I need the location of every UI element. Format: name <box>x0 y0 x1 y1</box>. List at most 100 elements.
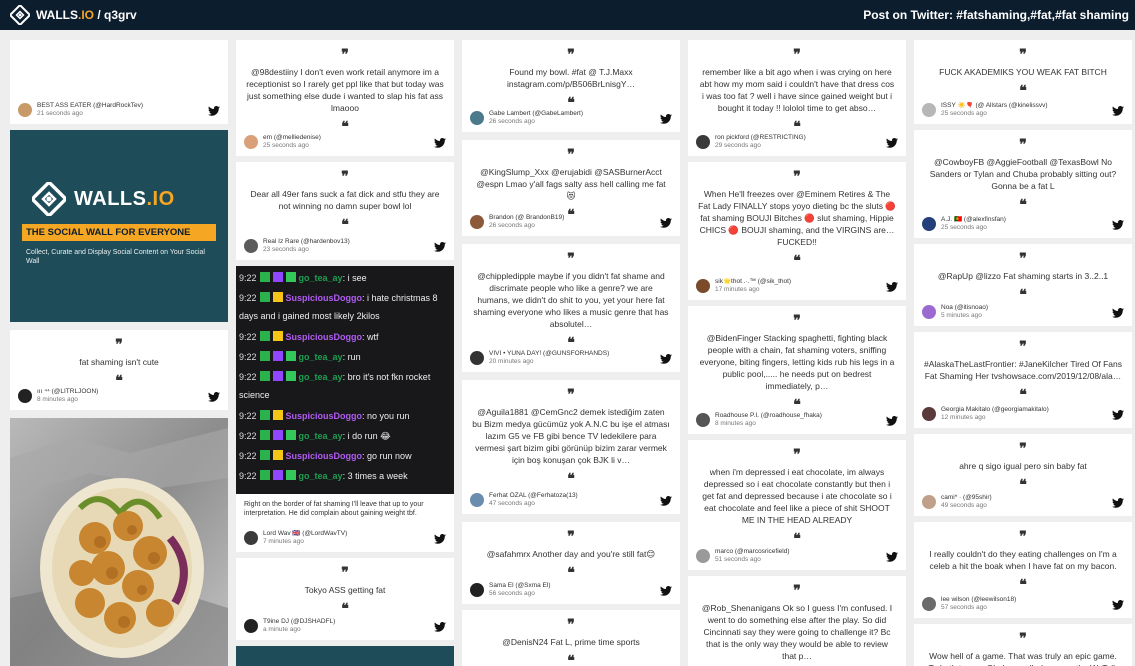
post-author[interactable]: ron pickford (@RESTRICTING) 29 seconds ag… <box>696 134 880 150</box>
quote-open-icon: ❞ <box>793 447 801 463</box>
post-card[interactable]: BEST ASS EATER (@HardRockTev) 21 seconds … <box>10 40 228 124</box>
quote-open-icon: ❞ <box>793 47 801 63</box>
post-author[interactable]: A.J. 🇵🇹 (@alexfinsfan) 25 seconds ago <box>922 216 1106 232</box>
post-text: Wow hell of a game. That was truly an ep… <box>929 651 1118 666</box>
post-author[interactable]: Brandon (@ BrandonB19) 26 seconds ago <box>470 214 654 230</box>
quote-close-icon: ❝ <box>1019 83 1027 99</box>
chat-timestamp: 9:22 <box>239 471 257 481</box>
post-author[interactable]: VIVI • YUNA DAY! (@GUNSFORHANDS) 20 minut… <box>470 350 654 366</box>
post-card-footer[interactable]: Right on the border of fat shaming I'll … <box>236 494 454 552</box>
post-card[interactable]: ❞ #AlaskaTheLastFrontier: #JaneKilcher T… <box>914 332 1132 428</box>
post-card[interactable]: ❞ @KingSlump_Xxx @erujabidi @SASBurnerAc… <box>462 140 680 236</box>
twitter-bird-icon[interactable] <box>1112 498 1124 508</box>
chat-username: go_tea_ay <box>298 471 343 481</box>
post-text: @Aguila1881 @CemGnc2 demek istediğim zat… <box>472 407 670 465</box>
twitter-bird-icon[interactable] <box>1112 308 1124 318</box>
twitter-bird-icon[interactable] <box>886 416 898 426</box>
quote-open-icon: ❞ <box>1019 251 1027 267</box>
twitter-bird-icon[interactable] <box>434 242 446 252</box>
twitter-bird-icon[interactable] <box>660 496 672 506</box>
walls-io-ad[interactable]: WALLS.IO THE SOCIAL WALL FOR EVERYONE Co… <box>10 130 228 322</box>
post-author[interactable]: lee wilson (@leewilson18) 57 seconds ago <box>922 596 1106 612</box>
author-name: Lord Wav 🇬🇧 (@LordWavTV) <box>263 530 348 537</box>
post-time: 56 seconds ago <box>489 590 535 597</box>
post-author[interactable]: T9ine DJ (@DJSHADFL) a minute ago <box>244 618 428 634</box>
post-card[interactable]: ❞ Dear all 49er fans suck a fat dick and… <box>236 162 454 260</box>
post-author[interactable]: Georgia Makitalo (@georgiamakitalo) 12 mi… <box>922 406 1106 422</box>
post-author[interactable]: Real Iz Rare (@hardenbov13) 23 seconds ag… <box>244 238 428 254</box>
post-author[interactable]: Gabe Lambert (@GabeLambert) 26 seconds ag… <box>470 110 654 126</box>
post-card[interactable]: ❞ @Aguila1881 @CemGnc2 demek istediğim z… <box>462 380 680 514</box>
twitter-bird-icon[interactable] <box>208 392 220 402</box>
twitter-bird-icon[interactable] <box>434 534 446 544</box>
post-card[interactable]: ❞ @RapUp @lizzo Fat shaming starts in 3.… <box>914 244 1132 326</box>
twitter-bird-icon[interactable] <box>1112 410 1124 420</box>
avatar <box>922 495 936 509</box>
post-author[interactable]: ISSY ☀️🎈 (@ Allstars (@kinelissvv) 25 sec… <box>922 102 1106 118</box>
chat-badge-icon <box>272 292 283 302</box>
post-card[interactable]: ❞ @CowboyFB @AggieFootball @TexasBowl No… <box>914 130 1132 238</box>
twitter-bird-icon[interactable] <box>660 114 672 124</box>
post-author[interactable]: Roadhouse P.I. (@roadhouse_fhaka) 8 minut… <box>696 412 880 428</box>
twitter-bird-icon[interactable] <box>1112 220 1124 230</box>
twitter-bird-icon[interactable] <box>886 282 898 292</box>
post-author[interactable]: marco (@marcosricefield) 51 seconds ago <box>696 548 880 564</box>
quote-close-icon: ❝ <box>793 119 801 135</box>
chat-line: 9:22 SuspiciousDoggo: go run now <box>239 450 450 462</box>
post-card[interactable]: ❞ FUCK AKADEMIKS YOU WEAK FAT BITCH ❝ IS… <box>914 40 1132 124</box>
walls-io-ad-partial[interactable] <box>236 646 454 666</box>
post-card[interactable]: ❞ @DenisN24 Fat L, prime time sports ❝ <box>462 610 680 666</box>
twitter-bird-icon[interactable] <box>660 218 672 228</box>
avatar <box>470 583 484 597</box>
post-card[interactable]: ❞ remember like a bit ago when i was cry… <box>688 40 906 156</box>
twitter-bird-icon[interactable] <box>886 552 898 562</box>
post-author[interactable]: cami* · (@95shir) 49 seconds ago <box>922 494 1106 510</box>
post-card[interactable]: ❞ @chippledipple maybe if you didn't fat… <box>462 244 680 372</box>
brand[interactable]: WALLS.IO / q3grv <box>10 5 137 25</box>
twitter-bird-icon[interactable] <box>1112 600 1124 610</box>
post-author[interactable]: ııı ⁴⁴ (@LITRLJOON) 8 minutes ago <box>18 388 202 404</box>
author-name: cami* · (@95shir) <box>941 494 992 501</box>
post-card[interactable]: ❞ @Rob_Shenanigans Ok so I guess I'm con… <box>688 576 906 666</box>
quote-open-icon: ❞ <box>1019 441 1027 457</box>
post-text: @Rob_Shenanigans Ok so I guess I'm confu… <box>701 603 893 661</box>
twitter-bird-icon[interactable] <box>886 138 898 148</box>
quote-open-icon: ❞ <box>1019 47 1027 63</box>
post-author[interactable]: BEST ASS EATER (@HardRockTev) 21 seconds … <box>18 102 202 118</box>
post-author[interactable]: Sama El (@Sxma El) 56 seconds ago <box>470 582 654 598</box>
author-name: A.J. 🇵🇹 (@alexfinsfan) <box>941 216 1006 223</box>
post-card[interactable]: ❞ @safahmrx Another day and you're still… <box>462 522 680 604</box>
chat-timestamp: 9:22 <box>239 451 257 461</box>
twitter-bird-icon[interactable] <box>1112 106 1124 116</box>
post-author[interactable]: em (@melliedenise) 25 seconds ago <box>244 134 428 150</box>
twitter-bird-icon[interactable] <box>208 106 220 116</box>
post-image-twitch-chat[interactable]: 9:22 go_tea_ay: i see 9:22 SuspiciousDoggo:… <box>236 266 454 494</box>
post-card[interactable]: ❞ @BidenFinger Stacking spaghetti, fight… <box>688 306 906 434</box>
chat-timestamp: 9:22 <box>239 411 257 421</box>
twitter-bird-icon[interactable] <box>660 586 672 596</box>
chat-badge-icon <box>259 371 270 381</box>
avatar <box>244 619 258 633</box>
post-author[interactable]: Noa (@itisnoao) 5 minutes ago <box>922 304 1106 320</box>
twitter-bird-icon[interactable] <box>660 354 672 364</box>
chat-badge-icon <box>259 272 270 282</box>
post-card[interactable]: ❞ ahre q sigo igual pero sin baby fat ❝ … <box>914 434 1132 516</box>
post-card[interactable]: ❞ fat shaming isn't cute ❝ ııı ⁴⁴ (@LITR… <box>10 330 228 410</box>
post-card[interactable]: ❞ I really couldn't do they eating chall… <box>914 522 1132 618</box>
post-author[interactable]: sik🌟thot .·.™ (@sik_thot) 17 minutes ago <box>696 278 880 294</box>
chat-badge-icon <box>272 272 283 282</box>
post-image-food[interactable] <box>10 418 228 666</box>
post-card[interactable]: ❞ Found my bowl. #fat @ T.J.Maxx instagr… <box>462 40 680 132</box>
author-name: Gabe Lambert (@GabeLambert) <box>489 110 584 117</box>
post-card[interactable]: ❞ Tokyo ASS getting fat ❝ T9ine DJ (@DJS… <box>236 558 454 640</box>
twitter-bird-icon[interactable] <box>434 138 446 148</box>
post-author[interactable]: Lord Wav 🇬🇧 (@LordWavTV) 7 minutes ago <box>244 530 428 546</box>
post-card[interactable]: ❞ Wow hell of a game. That was truly an … <box>914 624 1132 666</box>
post-card[interactable]: ❞ @98destiiny I don't even work retail a… <box>236 40 454 156</box>
post-author[interactable]: Ferhat ÖZAL (@Ferhatoza(13) 47 seconds ag… <box>470 492 654 508</box>
twitter-bird-icon[interactable] <box>434 622 446 632</box>
post-card[interactable]: ❞ When He'll freezes over @Eminem Retire… <box>688 162 906 300</box>
chat-badge-icon <box>259 351 270 361</box>
post-card[interactable]: ❞ when i'm depressed i eat chocolate, im… <box>688 440 906 570</box>
post-text: #AlaskaTheLastFrontier: #JaneKilcher Tir… <box>924 359 1122 381</box>
